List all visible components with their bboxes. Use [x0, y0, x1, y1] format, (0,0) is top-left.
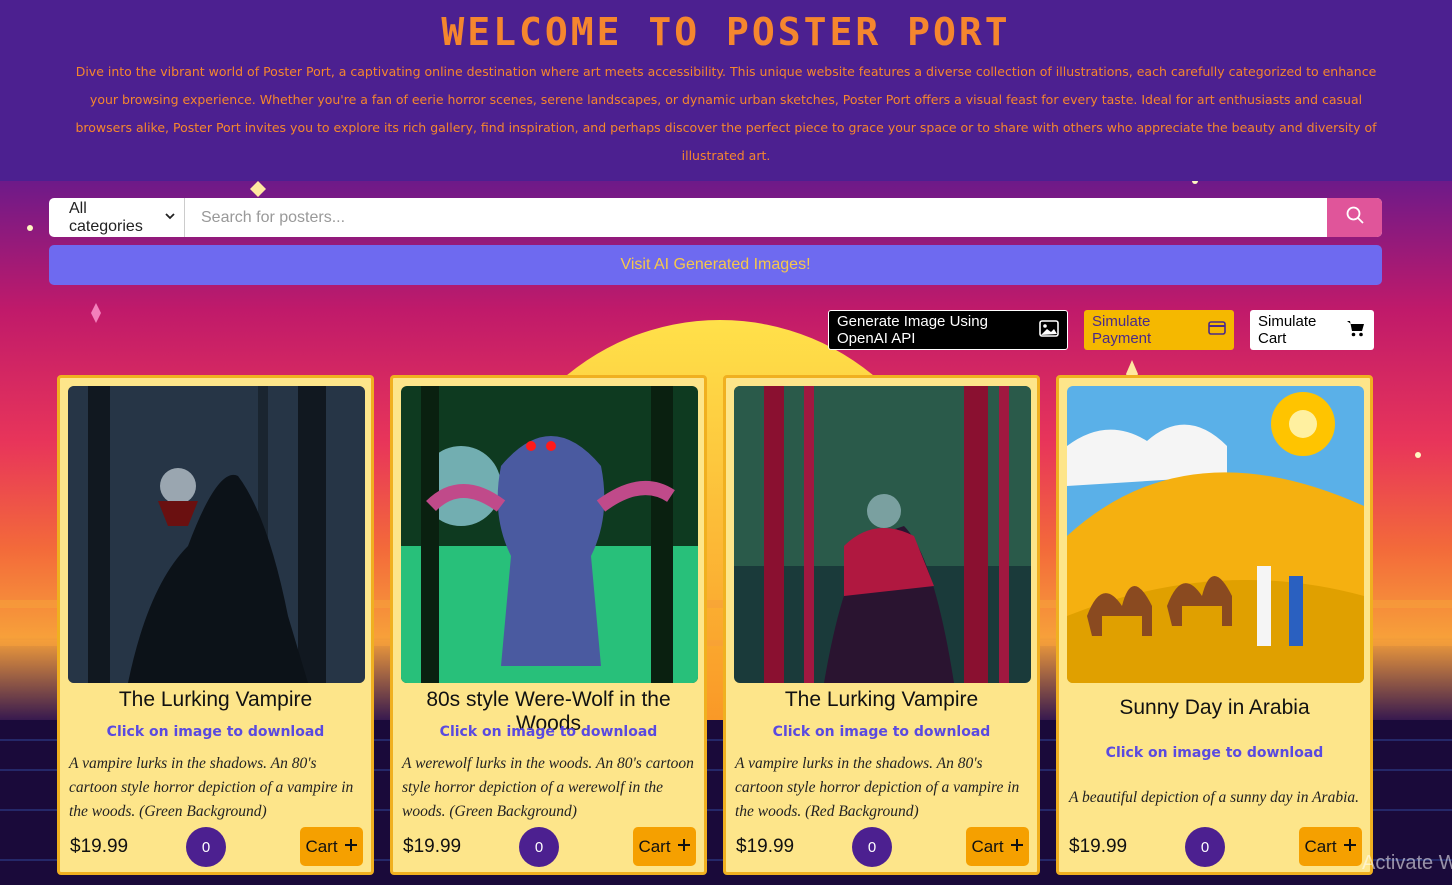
simulate-cart-label: Simulate Cart [1258, 313, 1317, 347]
welcome-header: WELCOME TO POSTER PORT Dive into the vib… [0, 0, 1452, 181]
poster-image[interactable] [68, 386, 365, 683]
poster-title: Sunny Day in Arabia [1119, 696, 1310, 719]
add-to-cart-label: Cart [638, 836, 671, 856]
poster-card: Sunny Day in Arabia Click on image to do… [1056, 375, 1373, 875]
credit-card-icon [1208, 321, 1226, 339]
simulate-payment-label: Simulate Payment [1092, 313, 1152, 347]
poster-image[interactable] [401, 386, 698, 683]
generate-image-button[interactable]: Generate Image Using OpenAI API [828, 310, 1068, 350]
search-bar: All categories [49, 198, 1382, 237]
download-hint: Click on image to download [439, 724, 658, 740]
poster-description: A vampire lurks in the shadows. An 80's … [69, 755, 354, 820]
poster-image[interactable] [1067, 386, 1364, 683]
search-button[interactable] [1327, 198, 1382, 237]
download-hint: Click on image to download [772, 724, 991, 740]
poster-description: A werewolf lurks in the woods. An 80's c… [402, 755, 694, 820]
intro-paragraph: Dive into the vibrant world of Poster Po… [75, 64, 1377, 163]
quantity-badge[interactable]: 0 [852, 827, 892, 867]
download-hint: Click on image to download [106, 724, 325, 740]
add-to-cart-label: Cart [971, 836, 1004, 856]
plus-icon [1343, 837, 1357, 857]
quantity-badge[interactable]: 0 [1185, 827, 1225, 867]
generate-image-label: Generate Image Using OpenAI API [837, 313, 988, 347]
image-icon [1039, 319, 1059, 341]
search-input[interactable] [185, 198, 1327, 237]
poster-card: 80s style Were-Wolf in the Woods Click o… [390, 375, 707, 875]
poster-card: The Lurking Vampire Click on image to do… [723, 375, 1040, 875]
add-to-cart-button[interactable]: Cart [966, 827, 1029, 866]
poster-price: $19.99 [70, 836, 129, 857]
poster-description: A vampire lurks in the shadows. An 80's … [735, 755, 1020, 820]
download-hint: Click on image to download [1105, 745, 1324, 761]
simulate-payment-button[interactable]: Simulate Payment [1084, 310, 1234, 350]
poster-description: A beautiful depiction of a sunny day in … [1068, 789, 1360, 806]
add-to-cart-label: Cart [305, 836, 338, 856]
add-to-cart-button[interactable]: Cart [300, 827, 363, 866]
category-select[interactable]: All categories [49, 198, 185, 237]
quantity-badge[interactable]: 0 [186, 827, 226, 867]
ai-images-link[interactable]: Visit AI Generated Images! [49, 245, 1382, 285]
plus-icon [677, 837, 691, 857]
poster-title: The Lurking Vampire [118, 688, 313, 711]
category-select-value: All categories [69, 199, 143, 235]
cart-icon [1346, 319, 1366, 341]
add-to-cart-button[interactable]: Cart [633, 827, 696, 866]
search-icon [1345, 205, 1365, 230]
poster-image[interactable] [734, 386, 1031, 683]
quantity-badge[interactable]: 0 [519, 827, 559, 867]
poster-title: The Lurking Vampire [784, 688, 979, 711]
poster-price: $19.99 [736, 836, 795, 857]
plus-icon [1010, 837, 1024, 857]
activate-windows-watermark: Activate W [1362, 852, 1452, 874]
page-title: WELCOME TO POSTER PORT [441, 10, 1011, 54]
chevron-down-icon [164, 209, 176, 227]
poster-card: The Lurking Vampire Click on image to do… [57, 375, 374, 875]
poster-price: $19.99 [1069, 836, 1128, 857]
add-to-cart-label: Cart [1304, 836, 1337, 856]
plus-icon [344, 837, 358, 857]
simulate-cart-button[interactable]: Simulate Cart [1250, 310, 1374, 350]
add-to-cart-button[interactable]: Cart [1299, 827, 1362, 866]
poster-price: $19.99 [403, 836, 462, 857]
